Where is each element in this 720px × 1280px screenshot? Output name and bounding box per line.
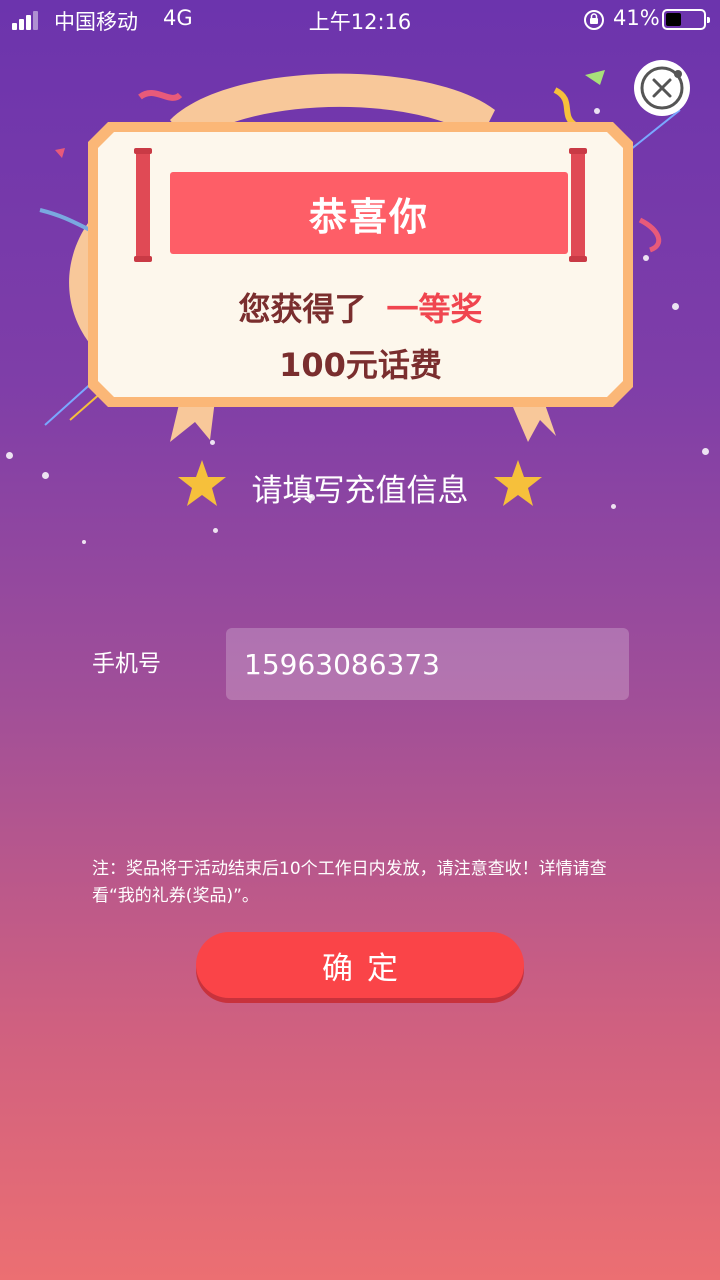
star-icon <box>494 460 542 506</box>
sparkle-dot <box>213 528 218 533</box>
phone-input[interactable] <box>226 628 629 700</box>
prize-card: 恭喜你 您获得了 一等奖 100元话费 <box>88 122 633 407</box>
subtitle-row: 请填写充值信息 <box>0 455 720 515</box>
scroll-rod-left <box>136 150 150 260</box>
scroll-rod-right <box>571 150 585 260</box>
prize-name: 一等奖 <box>386 290 483 328</box>
status-bar: 中国移动 4G 上午12:16 41% <box>0 0 720 40</box>
prize-line: 您获得了 一等奖 <box>98 284 623 330</box>
battery-icon <box>662 9 710 30</box>
sparkle-dot <box>82 540 86 544</box>
close-circle-icon <box>640 66 684 110</box>
confirm-button[interactable]: 确定 <box>196 932 524 998</box>
prize-prefix: 您获得了 <box>238 290 367 328</box>
phone-label: 手机号 <box>92 651 161 677</box>
clock: 上午12:16 <box>308 10 412 34</box>
close-button[interactable] <box>634 60 690 116</box>
prize-note: 注：奖品将于活动结束后10个工作日内发放，请注意查收！详情请查看“我的礼券(奖品… <box>92 859 607 906</box>
battery-percent: 41% <box>613 6 660 30</box>
prize-detail: 100元话费 <box>279 346 442 384</box>
congrats-title: 恭喜你 <box>170 172 568 254</box>
orientation-lock-icon <box>584 10 604 30</box>
form-subtitle: 请填写充值信息 <box>251 473 469 509</box>
prize-card-body: 恭喜你 您获得了 一等奖 100元话费 <box>98 132 623 397</box>
